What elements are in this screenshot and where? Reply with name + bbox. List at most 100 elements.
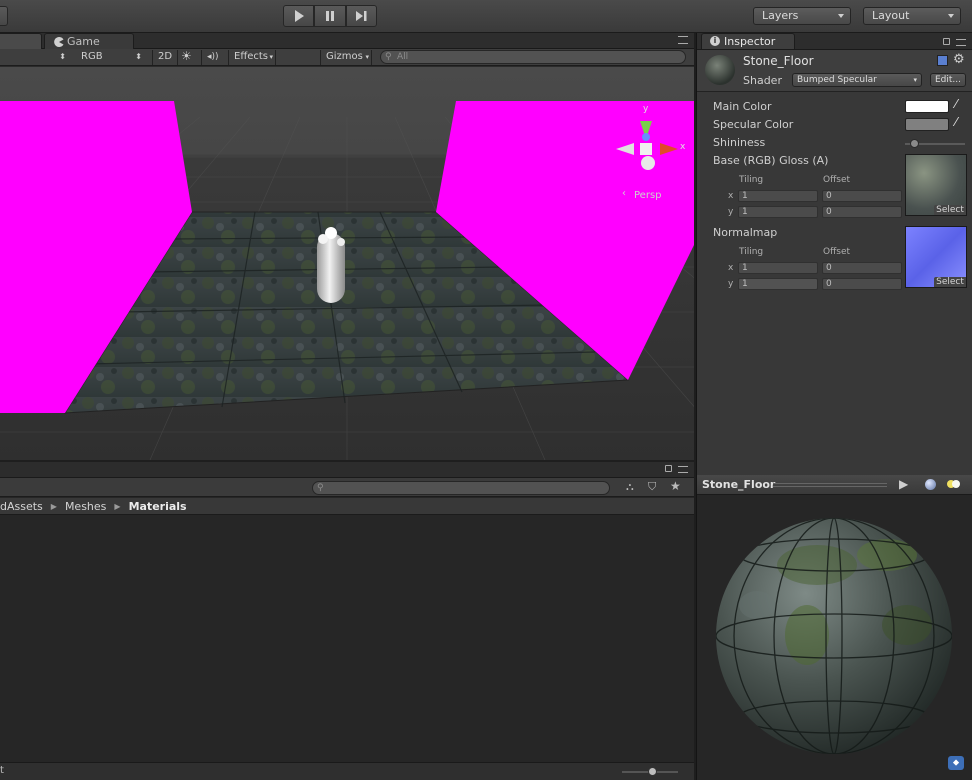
normalmap-label: Normalmap [713,226,778,239]
persp-arrow-icon: ‹ [622,188,626,199]
edit-label: Edit... [934,75,961,85]
shininess-slider[interactable] [905,139,965,148]
zoom-slider[interactable] [622,767,678,776]
normalmap-texture-slot[interactable]: Select [905,226,967,288]
effects-dropdown[interactable]: Effects ▾ [228,50,276,65]
pause-button[interactable] [314,5,346,27]
info-icon: i [710,36,720,46]
specular-color-field[interactable] [905,118,949,131]
tab-inspector[interactable]: i Inspector [701,33,795,49]
panel-menu-icon[interactable] [956,39,966,46]
material-preview-sphere[interactable] [697,495,972,780]
project-search-input[interactable]: ⚲ [312,481,610,495]
gizmo-x-label: x [680,142,686,152]
material-preview-panel: Stone_Floor ▶ ⬥ [696,475,972,780]
scene-search-input[interactable]: ⚲ All [380,50,686,64]
base-offset-y-value: 0 [826,207,832,217]
base-offset-label: Offset [823,175,851,185]
search-icon: ⚲ [317,483,324,493]
normalmap-offset-x-value: 0 [826,263,832,273]
shininess-slider-thumb[interactable] [910,139,919,148]
shader-dropdown[interactable]: Bumped Specular ▾ [792,73,922,87]
asset-grid[interactable] [0,516,694,762]
base-texture-slot[interactable]: Select [905,154,967,216]
help-book-icon[interactable] [937,55,948,66]
lighting-preview-icon[interactable] [947,480,961,489]
lock-icon[interactable] [665,465,672,472]
panel-menu-icon[interactable] [678,36,688,44]
inspector-panel: i Inspector Stone_Floor ⚙ Shader Bumped … [696,33,972,475]
material-thumbnail [705,55,735,85]
2d-label: 2D [158,51,173,62]
footer-text: t [0,765,4,776]
filter-type-icon[interactable]: ⛬ [626,480,634,494]
step-icon [356,11,367,21]
chevron-down-icon [838,14,844,18]
breadcrumb-item[interactable]: dAssets [0,500,43,513]
main-color-field[interactable] [905,100,949,113]
gear-icon[interactable]: ⚙ [953,52,965,67]
draw-mode-dropdown[interactable]: ⬍ [0,50,70,65]
base-texture-select-button[interactable]: Select [934,205,966,215]
edit-shader-button[interactable]: Edit... [930,73,966,87]
eyedropper-icon[interactable]: ⁄ [955,97,957,111]
material-name: Stone_Floor [743,54,814,68]
panel-menu-icon[interactable] [678,466,688,473]
normalmap-texture-select-label: Select [936,277,964,287]
base-tiling-x-field[interactable]: 1 [738,190,818,202]
zoom-slider-thumb[interactable] [648,767,657,776]
layout-label: Layout [872,9,910,22]
playback-controls [283,5,377,27]
2d-toggle[interactable]: 2D [152,50,179,65]
inspector-tabbar: i Inspector [697,33,972,50]
breadcrumb: dAssets ▶ Meshes ▶ Materials [0,498,694,515]
normalmap-texture-select-button[interactable]: Select [934,277,966,287]
tag-icon[interactable]: ⛉ [648,480,656,494]
base-texture-label: Base (RGB) Gloss (A) [713,154,829,167]
updown-icon: ⬍ [59,52,66,61]
render-mode-label: RGB [81,51,103,62]
layout-dropdown[interactable]: Layout [863,7,961,25]
step-button[interactable] [345,5,377,27]
play-button[interactable] [283,5,315,27]
normalmap-tiling-label: Tiling [739,247,764,257]
search-icon: ⚲ [385,52,392,62]
persp-label[interactable]: Persp [634,190,662,201]
normalmap-offset-y-field[interactable]: 0 [822,278,902,290]
normalmap-tiling-y-field[interactable]: 1 [738,278,818,290]
speaker-icon: ◂)) [207,52,219,62]
asset-label-icon[interactable]: ⬥ [948,756,964,770]
lighting-toggle[interactable]: ☀ [176,50,198,65]
base-y-label: y [728,207,734,217]
sphere-shape-icon[interactable] [925,479,936,490]
breadcrumb-item[interactable]: Meshes [65,500,106,513]
eyedropper-icon[interactable]: ⁄ [955,115,957,129]
preview-drag-bar[interactable] [773,483,887,487]
play-icon[interactable]: ▶ [899,477,908,491]
scene-render [0,67,694,460]
scene-viewport[interactable]: y x ‹ Persp [0,67,694,460]
base-tiling-label: Tiling [739,175,764,185]
shininess-label: Shininess [713,136,766,149]
chevron-right-icon: ▶ [114,501,121,511]
layers-dropdown[interactable]: Layers [753,7,851,25]
lock-icon[interactable] [943,38,950,45]
normalmap-tiling-x-field[interactable]: 1 [738,262,818,274]
normalmap-offset-x-field[interactable]: 0 [822,262,902,274]
base-texture-select-label: Select [936,205,964,215]
gizmo-y-label: y [643,104,649,114]
gizmos-dropdown[interactable]: Gizmos ▾ [320,50,372,65]
tab-game[interactable]: Game [44,33,134,49]
tab-scene[interactable] [0,33,42,49]
sun-icon: ☀ [181,49,192,63]
breadcrumb-item-current[interactable]: Materials [129,500,187,513]
project-tabbar [0,462,694,478]
audio-toggle[interactable]: ◂)) [201,50,225,65]
base-offset-x-field[interactable]: 0 [822,190,902,202]
transform-tool-button[interactable] [0,6,8,26]
base-offset-y-field[interactable]: 0 [822,206,902,218]
base-tiling-y-field[interactable]: 1 [738,206,818,218]
star-icon[interactable]: ★ [670,479,681,493]
render-mode-dropdown[interactable]: RGB ⬍ [76,50,146,65]
main-toolbar: Layers Layout [0,0,972,33]
